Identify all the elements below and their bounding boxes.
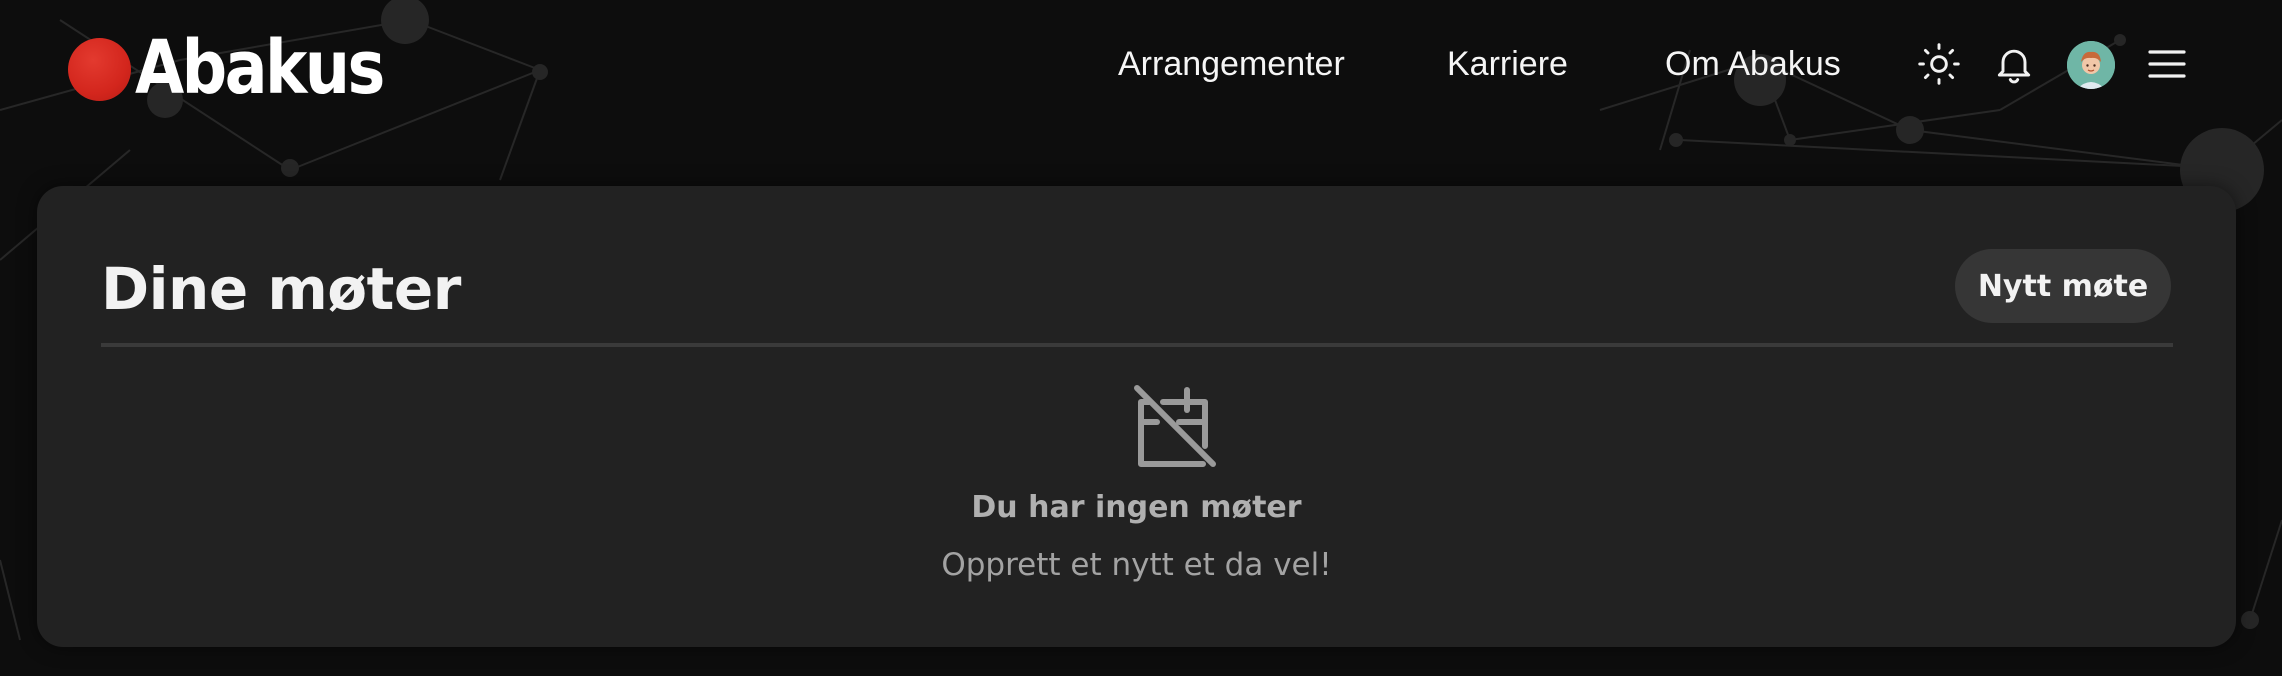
hamburger-menu-icon [2148,50,2186,78]
user-avatar-icon [2067,41,2115,89]
nav-link-karriere[interactable]: Karriere [1447,44,1568,84]
logo-text: Abakus [135,25,385,111]
nav-link-om-abakus[interactable]: Om Abakus [1665,44,1841,84]
sun-icon [1918,43,1960,85]
bell-icon [1997,49,2031,84]
page-title: Dine møter [101,255,461,323]
abakus-logo-link[interactable]: Abakus [68,30,423,106]
profile-button[interactable] [2066,40,2116,90]
logo-dot-icon [68,37,131,101]
meetings-card: Dine møter Nytt møte Du har ingen møter … [37,186,2236,647]
calendar-off-icon [1134,385,1216,467]
nav-link-arrangementer[interactable]: Arrangementer [1118,44,1345,84]
empty-state-subtitle: Opprett et nytt et da vel! [941,547,1332,583]
page: Abakus Arrangementer Karriere Om Abakus [0,0,2282,676]
site-header: Abakus Arrangementer Karriere Om Abakus [0,0,2282,132]
theme-toggle-button[interactable] [1915,40,1963,88]
empty-state-title: Du har ingen møter [971,490,1302,525]
avatar [2067,41,2115,89]
new-meeting-button[interactable]: Nytt møte [1955,249,2171,323]
title-divider [101,343,2173,347]
notifications-button[interactable] [1990,40,2038,88]
menu-button[interactable] [2143,40,2191,88]
